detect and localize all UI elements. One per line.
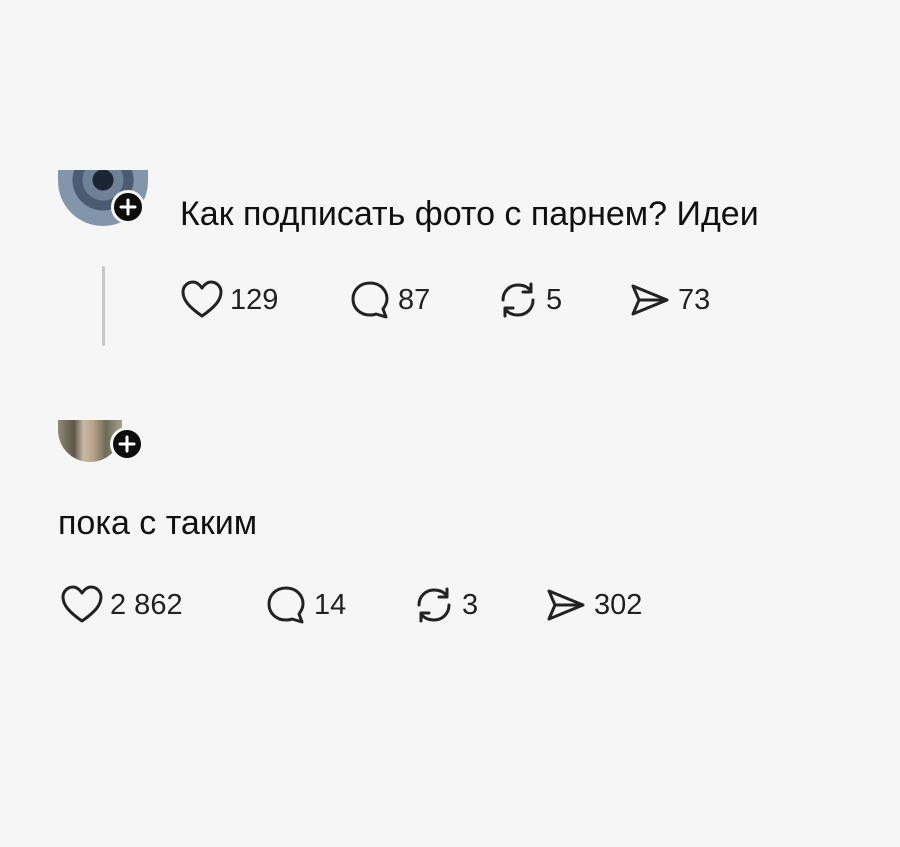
heart-icon: [180, 278, 224, 322]
comment-count: 14: [314, 589, 347, 621]
follow-button[interactable]: [110, 427, 144, 461]
like-count: 129: [230, 284, 279, 316]
plus-icon: [119, 198, 137, 216]
repost-count: 3: [462, 589, 479, 621]
repost-button[interactable]: 3: [412, 583, 544, 627]
send-paper-plane-icon: [628, 278, 672, 322]
like-button[interactable]: 129: [180, 278, 348, 322]
share-count: 302: [594, 589, 643, 621]
plus-icon: [118, 435, 136, 453]
comment-button[interactable]: 14: [264, 583, 412, 627]
comment-button[interactable]: 87: [348, 278, 496, 322]
post-2-actions: 2 862 14 3 302: [60, 583, 642, 627]
post-text: Как подписать фото с парнем? Идеи: [180, 195, 759, 233]
heart-icon: [60, 583, 104, 627]
share-button[interactable]: 302: [544, 583, 642, 627]
comment-count: 87: [398, 284, 431, 316]
post-1-actions: 129 87 5 73: [180, 278, 710, 322]
like-button[interactable]: 2 862: [60, 583, 264, 627]
share-button[interactable]: 73: [628, 278, 710, 322]
share-count: 73: [678, 284, 711, 316]
repost-arrows-icon: [412, 583, 456, 627]
repost-count: 5: [546, 284, 563, 316]
send-paper-plane-icon: [544, 583, 588, 627]
repost-arrows-icon: [496, 278, 540, 322]
comment-bubble-icon: [348, 278, 392, 322]
repost-button[interactable]: 5: [496, 278, 628, 322]
comment-bubble-icon: [264, 583, 308, 627]
follow-button[interactable]: [111, 190, 145, 224]
thread-line: [102, 266, 105, 346]
post-text: пока с таким: [58, 504, 258, 542]
like-count: 2 862: [110, 589, 183, 621]
